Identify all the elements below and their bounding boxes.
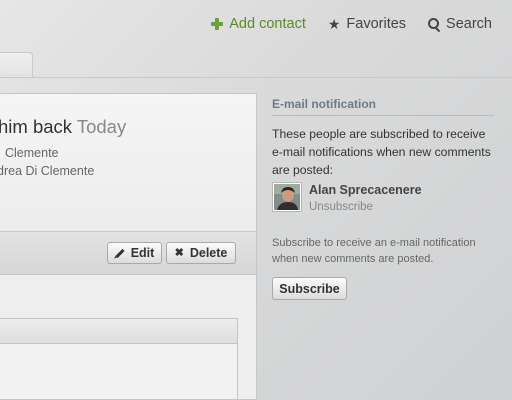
edit-button[interactable]: Edit <box>107 242 162 264</box>
subscriber-name: Alan Sprecacenere <box>309 183 422 197</box>
tab-stub[interactable] <box>0 52 33 78</box>
message-header: him back Today Clemente drea Di Clemente <box>0 94 256 231</box>
delete-button[interactable]: ✖ Delete <box>166 242 236 264</box>
subscriber: Alan Sprecacenere Unsubscribe <box>272 182 422 213</box>
subscribe-button[interactable]: Subscribe <box>272 277 347 300</box>
add-contact-label: Add contact <box>229 16 306 32</box>
top-nav: Add contact ★ Favorites Search <box>211 16 492 33</box>
message-title-text: him back <box>0 116 73 137</box>
action-bar: Edit ✖ Delete <box>0 231 256 275</box>
plus-icon <box>211 18 224 30</box>
comment-box-toolbar <box>0 319 237 344</box>
favorites-label: Favorites <box>346 16 407 32</box>
search-label: Search <box>446 16 492 32</box>
message-date: Today <box>76 116 127 137</box>
unsubscribe-link[interactable]: Unsubscribe <box>309 201 422 213</box>
subscriber-info: Alan Sprecacenere Unsubscribe <box>309 182 422 213</box>
subscribe-label: Subscribe <box>279 281 340 296</box>
search-link[interactable]: Search <box>428 16 492 33</box>
message-title: him back Today <box>0 116 126 138</box>
message-panel: him back Today Clemente drea Di Clemente… <box>0 93 257 400</box>
top-bar: Add contact ★ Favorites Search <box>0 0 512 52</box>
favorites-link[interactable]: ★ Favorites <box>328 16 406 32</box>
delete-label: Delete <box>189 246 228 260</box>
notification-sidebar: E-mail notification These people are sub… <box>272 97 494 300</box>
comment-box[interactable] <box>0 318 238 399</box>
message-meta-line1: Clemente <box>5 146 59 160</box>
search-icon <box>428 18 441 33</box>
message-meta-line2: drea Di Clemente <box>0 164 95 178</box>
add-contact-link[interactable]: Add contact <box>211 16 306 32</box>
x-icon: ✖ <box>174 246 184 259</box>
tab-divider <box>0 77 512 78</box>
avatar <box>272 182 302 212</box>
star-icon: ★ <box>327 16 341 32</box>
notification-description: These people are subscribed to receive e… <box>272 127 491 177</box>
subscribe-description: Subscribe to receive an e-mail notificat… <box>272 237 476 265</box>
notification-heading: E-mail notification <box>272 97 494 116</box>
pencil-icon <box>115 248 125 258</box>
edit-label: Edit <box>130 246 155 260</box>
